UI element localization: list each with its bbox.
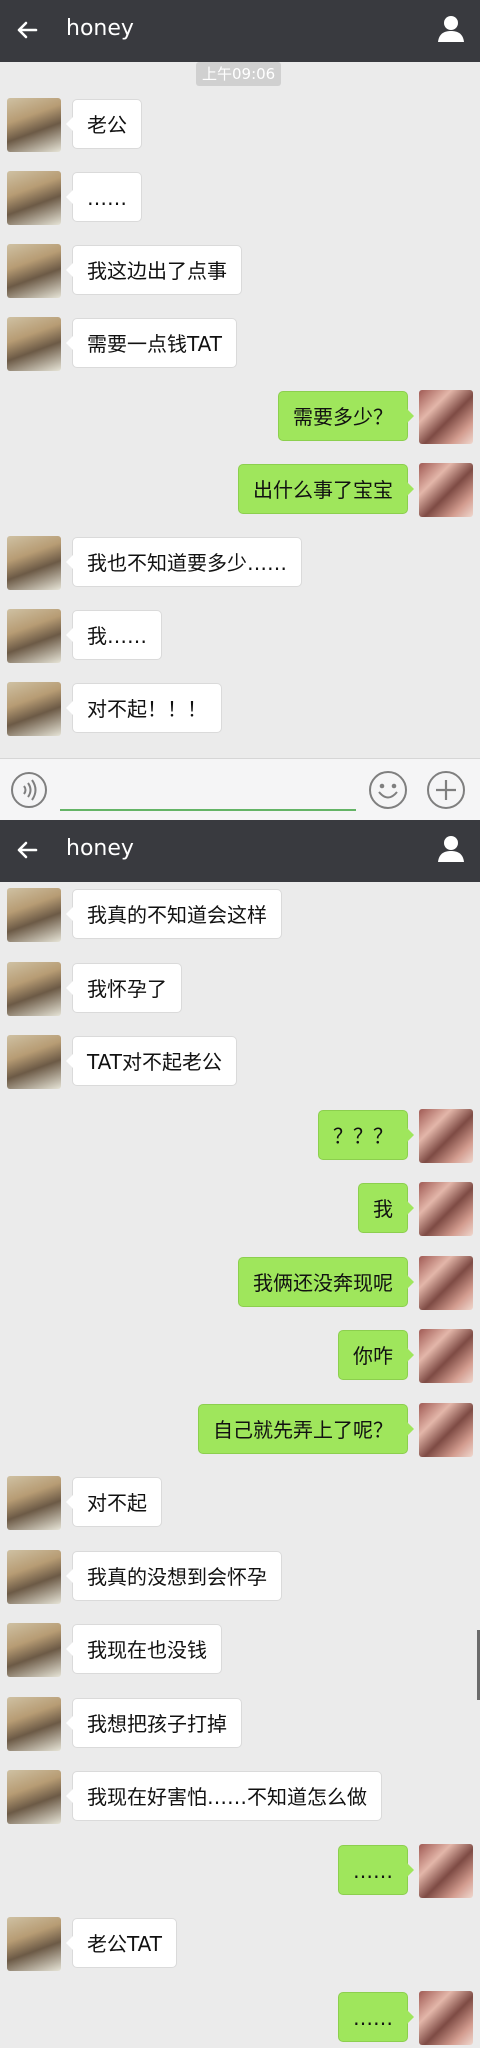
message-row: 自己就先弄上了呢？: [0, 1402, 480, 1459]
user-avatar[interactable]: [419, 1402, 473, 1457]
message-row: 我怀孕了: [0, 961, 480, 1018]
received-message-bubble[interactable]: ……: [66, 172, 142, 222]
sent-message-bubble[interactable]: ？？？: [318, 1109, 414, 1160]
message-row: 对不起！！！: [0, 682, 480, 738]
contact-avatar[interactable]: [7, 1917, 61, 1971]
received-message-bubble[interactable]: 老公TAT: [65, 1918, 178, 1968]
contact-avatar[interactable]: [7, 244, 61, 298]
message-row: 我也不知道要多少……: [0, 536, 480, 592]
message-row: ……: [0, 1843, 480, 1900]
chat-screen-1: honey 上午09:06 老公 …… 我这边出了点事 需要一点钱TAT 需要多少？ 出什…: [0, 0, 480, 820]
contact-avatar[interactable]: [7, 961, 61, 1016]
contact-avatar[interactable]: [7, 1623, 61, 1677]
message-row: 我: [0, 1182, 480, 1238]
user-avatar[interactable]: [419, 463, 473, 517]
sent-message-bubble[interactable]: ……: [338, 1991, 414, 2042]
message-timestamp: 上午09:06: [196, 62, 282, 86]
message-row: 出什么事了宝宝: [0, 463, 480, 519]
user-avatar[interactable]: [419, 1182, 473, 1236]
contact-avatar[interactable]: [7, 1476, 61, 1530]
received-message-bubble[interactable]: 对不起: [66, 1477, 162, 1527]
received-message-bubble[interactable]: 我现在也没钱: [66, 1624, 222, 1674]
user-avatar[interactable]: [419, 390, 473, 444]
contact-avatar[interactable]: [7, 1035, 61, 1089]
message-row: ……: [0, 171, 480, 227]
sent-message-bubble[interactable]: 我俩还没奔现呢: [238, 1256, 414, 1307]
chat-header: honey: [0, 820, 480, 882]
plus-icon[interactable]: [426, 770, 466, 810]
contact-avatar[interactable]: [7, 888, 61, 942]
contact-avatar[interactable]: [7, 1770, 61, 1824]
sent-message-bubble[interactable]: 你咋: [338, 1330, 414, 1380]
received-message-bubble[interactable]: 我……: [66, 610, 162, 660]
sent-message-bubble[interactable]: 自己就先弄上了呢？: [198, 1403, 414, 1454]
contact-avatar[interactable]: [7, 1549, 61, 1604]
received-message-bubble[interactable]: 我怀孕了: [66, 962, 182, 1013]
sent-message-bubble[interactable]: 我: [358, 1183, 414, 1233]
chat-screen-2: honey 我真的不知道会这样 我怀孕了 TAT对不起老公 ？？？ 我我俩还没奔现呢你咋…: [0, 820, 480, 2048]
user-avatar[interactable]: [419, 1255, 473, 1310]
emoji-icon[interactable]: [368, 770, 408, 810]
message-row: ？？？: [0, 1108, 480, 1165]
contact-avatar[interactable]: [7, 171, 61, 225]
user-avatar[interactable]: [419, 1990, 473, 2045]
back-arrow-icon[interactable]: [12, 15, 42, 45]
message-row: 你咋: [0, 1329, 480, 1385]
user-avatar[interactable]: [419, 1108, 473, 1163]
back-arrow-icon[interactable]: [12, 835, 42, 865]
received-message-bubble[interactable]: 老公: [66, 99, 142, 149]
message-row: TAT对不起老公: [0, 1035, 480, 1091]
message-row: 老公TAT: [0, 1917, 480, 1973]
person-icon[interactable]: [436, 834, 466, 864]
message-row: 我真的不知道会这样: [0, 888, 480, 944]
received-message-bubble[interactable]: 我这边出了点事: [66, 245, 242, 295]
sent-message-bubble[interactable]: 需要多少？: [278, 391, 414, 441]
input-bar: [0, 758, 480, 820]
chat-header: honey: [0, 0, 480, 62]
message-row: 我……: [0, 609, 480, 665]
contact-avatar[interactable]: [7, 1696, 61, 1751]
message-row: 我俩还没奔现呢: [0, 1255, 480, 1312]
sent-message-bubble[interactable]: 出什么事了宝宝: [238, 464, 414, 514]
contact-avatar[interactable]: [7, 98, 61, 152]
message-row: ……: [0, 1990, 480, 2047]
message-row: 我这边出了点事: [0, 244, 480, 300]
received-message-bubble[interactable]: 对不起！！！: [66, 683, 222, 733]
contact-avatar[interactable]: [7, 609, 61, 663]
user-avatar[interactable]: [419, 1843, 473, 1898]
received-message-bubble[interactable]: 我真的没想到会怀孕: [66, 1550, 282, 1601]
message-input[interactable]: [60, 809, 356, 811]
voice-icon[interactable]: [10, 771, 48, 809]
message-row: 我想把孩子打掉: [0, 1696, 480, 1753]
person-icon[interactable]: [436, 14, 466, 44]
message-row: 我现在好害怕……不知道怎么做: [0, 1770, 480, 1826]
message-row: 我真的没想到会怀孕: [0, 1549, 480, 1606]
message-row: 老公: [0, 98, 480, 154]
user-avatar[interactable]: [419, 1329, 473, 1383]
contact-avatar[interactable]: [7, 682, 61, 736]
message-row: 需要一点钱TAT: [0, 317, 480, 373]
chat-title: honey: [66, 836, 134, 861]
received-message-bubble[interactable]: 我现在好害怕……不知道怎么做: [66, 1771, 382, 1821]
chat-title: honey: [66, 16, 134, 41]
received-message-bubble[interactable]: 我想把孩子打掉: [66, 1697, 242, 1748]
received-message-bubble[interactable]: 需要一点钱TAT: [65, 318, 238, 368]
received-message-bubble[interactable]: 我真的不知道会这样: [66, 889, 282, 939]
message-row: 对不起: [0, 1476, 480, 1532]
message-row: 需要多少？: [0, 390, 480, 446]
message-row: 我现在也没钱: [0, 1623, 480, 1679]
contact-avatar[interactable]: [7, 317, 61, 371]
contact-avatar[interactable]: [7, 536, 61, 590]
received-message-bubble[interactable]: 我也不知道要多少……: [66, 537, 302, 587]
sent-message-bubble[interactable]: ……: [338, 1844, 414, 1895]
received-message-bubble[interactable]: TAT对不起老公: [65, 1036, 238, 1086]
